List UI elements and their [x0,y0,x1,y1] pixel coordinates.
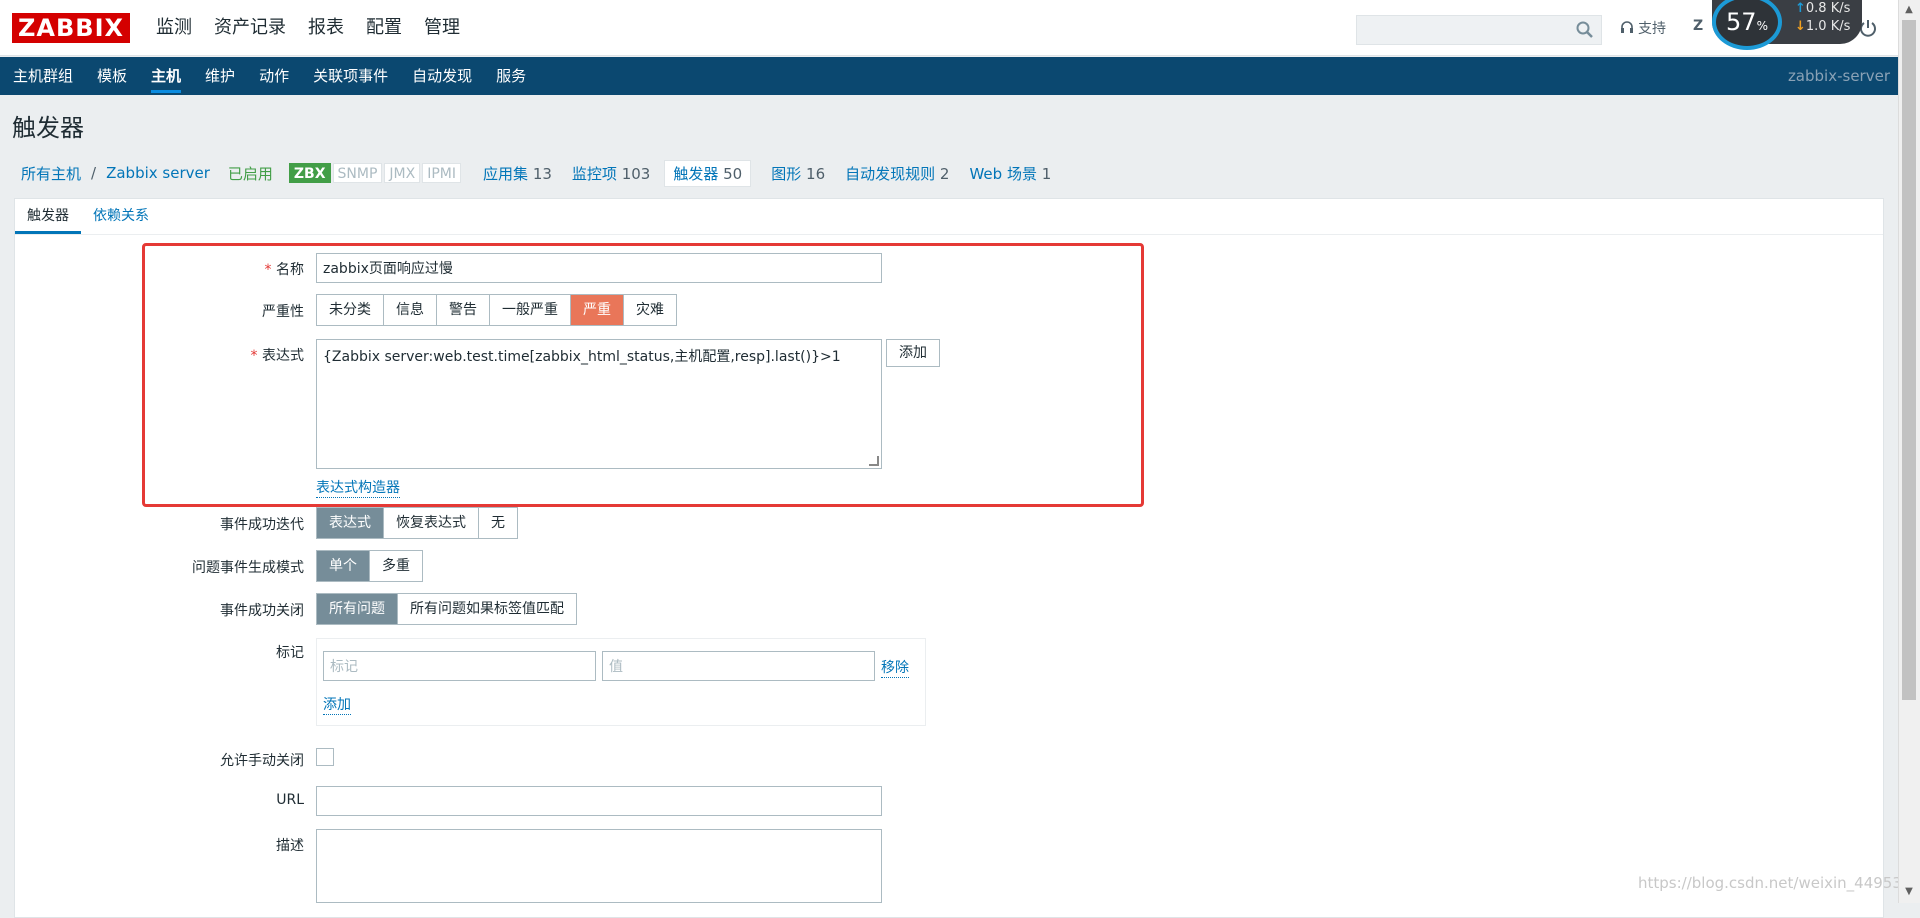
link-items-count: 103 [621,164,651,183]
support-label: 支持 [1638,21,1666,37]
link-items[interactable]: 监控项 103 [572,163,650,184]
link-web-scenarios[interactable]: Web 场景 1 [969,163,1051,184]
subnav-actions[interactable]: 动作 [259,57,289,95]
ok-event-gen-recovery[interactable]: 恢复表达式 [384,508,479,538]
tags-label: 标记 [276,645,304,661]
support-link[interactable]: 支持 [1620,18,1666,38]
subnav-templates[interactable]: 模板 [97,57,127,95]
search-input[interactable] [1356,15,1602,45]
availability-ipmi: IPMI [422,163,462,183]
problem-mode-selector: 单个 多重 [316,550,423,582]
breadcrumb-separator: / [91,164,97,182]
watermark: https://blog.csdn.net/weixin_44953658 [1638,874,1920,892]
subnav-correlation[interactable]: 关联项事件 [313,57,388,95]
zabbix-logo[interactable]: ZABBIX [12,13,130,43]
ok-event-gen-expression[interactable]: 表达式 [317,508,384,538]
tag-add-link[interactable]: 添加 [323,694,351,715]
link-web-scenarios-count: 1 [1041,164,1052,183]
tag-value-input[interactable]: 值 [602,651,875,681]
scroll-up-icon[interactable]: ▲ [1903,4,1915,15]
upload-speed: 0.8 K/s [1795,1,1850,16]
link-items-label: 监控项 [571,164,617,183]
link-web-scenarios-label: Web 场景 [969,164,1037,183]
link-triggers[interactable]: 触发器 50 [664,159,752,187]
download-speed: 1.0 K/s [1795,19,1850,34]
problem-mode-multiple[interactable]: 多重 [370,551,422,581]
url-label: URL [276,792,304,808]
ok-close-all[interactable]: 所有问题 [317,594,398,624]
subnav-maintenance[interactable]: 维护 [205,57,235,95]
tab-dependencies[interactable]: 依赖关系 [81,199,161,234]
ok-event-gen-selector: 表达式 恢复表达式 无 [316,507,518,539]
problem-mode-label: 问题事件生成模式 [192,560,304,576]
sub-navigation: 主机群组 模板 主机 维护 动作 关联项事件 自动发现 服务 [0,57,1898,95]
subnav-services[interactable]: 服务 [496,57,526,95]
ok-event-gen-none[interactable]: 无 [479,508,517,538]
link-triggers-label: 触发器 [673,164,719,183]
link-discovery-rules-label: 自动发现规则 [845,164,936,183]
link-graphs-count: 16 [806,164,826,183]
link-discovery-rules[interactable]: 自动发现规则 2 [845,163,949,184]
availability-jmx: JMX [384,163,421,183]
availability-snmp: SNMP [332,163,383,183]
link-triggers-count: 50 [723,164,743,183]
manual-close-label: 允许手动关闭 [220,753,304,769]
main-menu: 监测 资产记录 报表 配置 管理 [156,0,460,56]
headset-icon [1621,21,1633,33]
link-graphs[interactable]: 图形 16 [771,163,825,184]
manual-close-checkbox[interactable] [316,748,334,766]
availability-zbx: ZBX [288,163,331,183]
problem-mode-single[interactable]: 单个 [317,551,370,581]
ok-close-tag-match[interactable]: 所有问题如果标签值匹配 [398,594,576,624]
cpu-percent: 57 [1726,8,1757,36]
breadcrumb-all-hosts[interactable]: 所有主机 [21,163,81,184]
ok-event-gen-label: 事件成功迭代 [220,517,304,533]
breadcrumb: 所有主机 / Zabbix server 已启用 ZBX SNMP JMX IP… [21,158,1051,188]
host-status[interactable]: 已启用 [228,163,273,184]
page-title: 触发器 [12,114,84,142]
menu-monitoring[interactable]: 监测 [156,0,192,56]
ok-close-label: 事件成功关闭 [220,603,304,619]
link-applications-count: 13 [532,164,552,183]
tab-trigger[interactable]: 触发器 [15,199,81,234]
menu-administration[interactable]: 管理 [424,0,460,56]
menu-configuration[interactable]: 配置 [366,0,402,56]
link-applications[interactable]: 应用集 13 [483,163,552,184]
menu-inventory[interactable]: 资产记录 [214,0,286,56]
tag-name-input[interactable]: 标记 [323,651,596,681]
subnav-discovery[interactable]: 自动发现 [412,57,472,95]
search-icon[interactable] [1575,20,1595,40]
link-applications-label: 应用集 [483,164,529,183]
share-icon[interactable]: Z [1693,18,1703,34]
tag-remove-link[interactable]: 移除 [881,657,909,678]
menu-reports[interactable]: 报表 [308,0,344,56]
subnav-host-groups[interactable]: 主机群组 [13,57,73,95]
url-input[interactable] [316,786,882,816]
link-discovery-rules-count: 2 [939,164,950,183]
description-textarea[interactable] [316,829,882,903]
form-tabs: 触发器 依赖关系 [15,199,1883,235]
cpu-unit: % [1756,19,1768,33]
server-name: zabbix-server [1787,67,1890,85]
description-label: 描述 [276,838,304,854]
ok-close-selector: 所有问题 所有问题如果标签值匹配 [316,593,577,625]
subnav-hosts[interactable]: 主机 [151,57,182,95]
breadcrumb-host[interactable]: Zabbix server [106,164,210,182]
scroll-down-icon[interactable]: ▼ [1903,886,1915,897]
scrollbar-thumb[interactable] [1902,20,1916,700]
link-graphs-label: 图形 [771,164,802,183]
annotation-highlight-box [142,243,1144,507]
